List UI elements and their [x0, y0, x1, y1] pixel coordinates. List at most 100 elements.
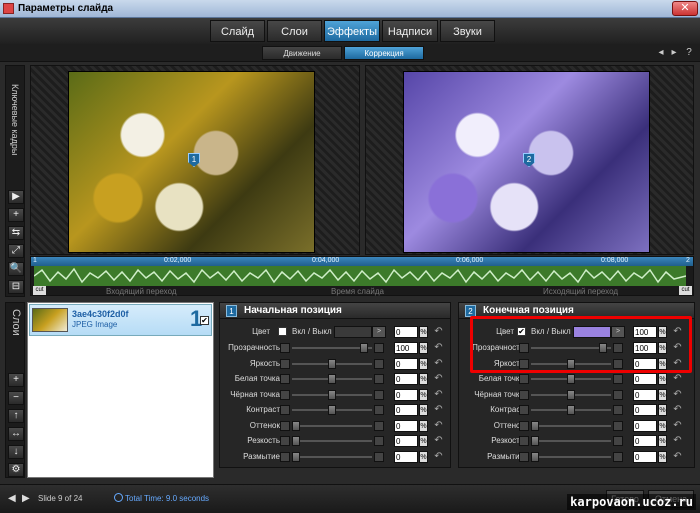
slider-decrement-button[interactable]	[280, 358, 290, 369]
zoom-in-icon[interactable]: 🔍	[8, 262, 24, 276]
slider-increment-button[interactable]	[374, 420, 384, 431]
slider-value-input[interactable]: 0	[633, 373, 657, 385]
slider-thumb[interactable]	[328, 374, 336, 384]
tab-slide[interactable]: Слайд	[210, 20, 265, 42]
slider-value-input[interactable]: 0	[394, 388, 418, 401]
tab-captions[interactable]: Надписи	[382, 20, 438, 42]
reset-icon[interactable]: ↶	[433, 420, 444, 432]
slider-track[interactable]	[292, 424, 372, 427]
slider-thumb[interactable]	[531, 451, 539, 462]
reset-icon[interactable]: ↶	[672, 389, 683, 401]
slider-increment-button[interactable]	[613, 389, 623, 400]
move-up-icon[interactable]: ↑	[8, 409, 24, 423]
tab-sounds[interactable]: Звуки	[440, 20, 495, 42]
reset-icon[interactable]: ↶	[672, 435, 683, 447]
slider-decrement-button[interactable]	[280, 436, 290, 446]
slider-thumb[interactable]	[567, 389, 575, 400]
slider-value-input[interactable]: 0	[633, 404, 657, 416]
reset-icon[interactable]: ↶	[433, 373, 444, 385]
layer-item[interactable]: 3ae4c30f2d0f JPEG Image 1 ✔	[29, 304, 212, 336]
end-preview[interactable]: 2	[365, 65, 694, 255]
color-swatch[interactable]	[334, 326, 372, 338]
reset-icon[interactable]: ↶	[433, 342, 444, 354]
prev-arrow-icon[interactable]: ◂	[655, 47, 667, 59]
zoom-fit-icon[interactable]: ⤢	[8, 244, 24, 258]
slider-decrement-button[interactable]	[519, 451, 529, 462]
slider-thumb[interactable]	[567, 405, 575, 415]
cut-out-marker[interactable]: cut	[679, 286, 692, 295]
slider-thumb[interactable]	[360, 343, 369, 353]
reset-icon[interactable]: ↶	[433, 389, 444, 401]
layer-settings-icon[interactable]: ⚙	[8, 463, 24, 477]
slider-increment-button[interactable]	[374, 389, 384, 400]
next-slide-icon[interactable]: ▶	[22, 493, 30, 504]
slider-decrement-button[interactable]	[280, 420, 290, 431]
timeline[interactable]: 1 0:02,000 0:04,000 0:06,000 0:08,000 2 …	[30, 256, 694, 296]
slider-value-input[interactable]: 0	[394, 357, 418, 370]
slider-track[interactable]	[292, 440, 372, 442]
slider-decrement-button[interactable]	[280, 343, 290, 353]
slider-decrement-button[interactable]	[519, 420, 529, 431]
slider-thumb[interactable]	[328, 358, 336, 369]
reset-icon[interactable]: ↶	[433, 326, 444, 338]
slider-decrement-button[interactable]	[280, 451, 290, 462]
slider-value-input[interactable]: 0	[394, 373, 418, 385]
slider-increment-button[interactable]	[613, 374, 623, 384]
slider-value-input[interactable]: 0	[633, 419, 657, 432]
slider-track[interactable]	[531, 424, 611, 427]
color-picker-button[interactable]: >	[372, 326, 386, 338]
slider-decrement-button[interactable]	[519, 389, 529, 400]
play-icon[interactable]: ▶	[8, 190, 24, 204]
slider-increment-button[interactable]	[374, 405, 384, 415]
slider-increment-button[interactable]	[613, 420, 623, 431]
layer-visible-checkbox[interactable]: ✔	[200, 316, 209, 325]
slider-increment-button[interactable]	[374, 436, 384, 446]
slider-value-input[interactable]: 0	[394, 450, 418, 463]
slider-increment-button[interactable]	[613, 451, 623, 462]
slider-track[interactable]	[292, 455, 372, 458]
slider-value-input[interactable]: 0	[633, 388, 657, 401]
slider-decrement-button[interactable]	[519, 405, 529, 415]
slider-increment-button[interactable]	[374, 374, 384, 384]
help-icon[interactable]: ?	[683, 47, 695, 59]
move-down-icon[interactable]: ↓	[8, 445, 24, 459]
slider-thumb[interactable]	[328, 389, 336, 400]
next-arrow-icon[interactable]: ▸	[668, 47, 680, 59]
swap-icon[interactable]: ↔	[8, 427, 24, 441]
remove-layer-icon[interactable]: −	[8, 391, 24, 405]
prev-slide-icon[interactable]: ◀	[8, 493, 16, 504]
slider-value-input[interactable]: 0	[633, 450, 657, 463]
slider-decrement-button[interactable]	[280, 374, 290, 384]
add-layer-icon[interactable]: +	[8, 373, 24, 387]
cut-in-marker[interactable]: cut	[33, 286, 46, 295]
slider-value-input[interactable]: 0	[394, 404, 418, 416]
slider-thumb[interactable]	[292, 451, 300, 462]
slider-value-input[interactable]: 0	[394, 419, 418, 432]
slider-increment-button[interactable]	[374, 451, 384, 462]
reset-icon[interactable]: ↶	[433, 358, 444, 370]
close-button[interactable]: ✕	[672, 1, 698, 16]
reset-icon[interactable]: ↶	[672, 373, 683, 385]
reset-icon[interactable]: ↶	[433, 451, 444, 463]
slider-increment-button[interactable]	[613, 436, 623, 446]
subtab-motion[interactable]: Движение	[262, 46, 342, 60]
slider-thumb[interactable]	[531, 436, 539, 446]
slider-value-input[interactable]: 0	[633, 435, 657, 447]
slider-thumb[interactable]	[292, 436, 300, 446]
keyframe-icon[interactable]: ⇆	[8, 226, 24, 240]
zoom-out-icon[interactable]: ⊟	[8, 280, 24, 294]
slider-track[interactable]	[531, 440, 611, 442]
slider-track[interactable]	[531, 455, 611, 458]
reset-icon[interactable]: ↶	[433, 435, 444, 447]
slider-value-input[interactable]: 100	[394, 342, 418, 354]
slider-decrement-button[interactable]	[519, 374, 529, 384]
slider-increment-button[interactable]	[613, 405, 623, 415]
tab-layers[interactable]: Слои	[267, 20, 322, 42]
reset-icon[interactable]: ↶	[672, 451, 683, 463]
reset-icon[interactable]: ↶	[672, 420, 683, 432]
slider-thumb[interactable]	[531, 420, 539, 431]
slider-decrement-button[interactable]	[280, 405, 290, 415]
slider-thumb[interactable]	[567, 374, 575, 384]
add-keyframe-icon[interactable]: +	[8, 208, 24, 222]
color-toggle-checkbox[interactable]	[278, 327, 287, 336]
